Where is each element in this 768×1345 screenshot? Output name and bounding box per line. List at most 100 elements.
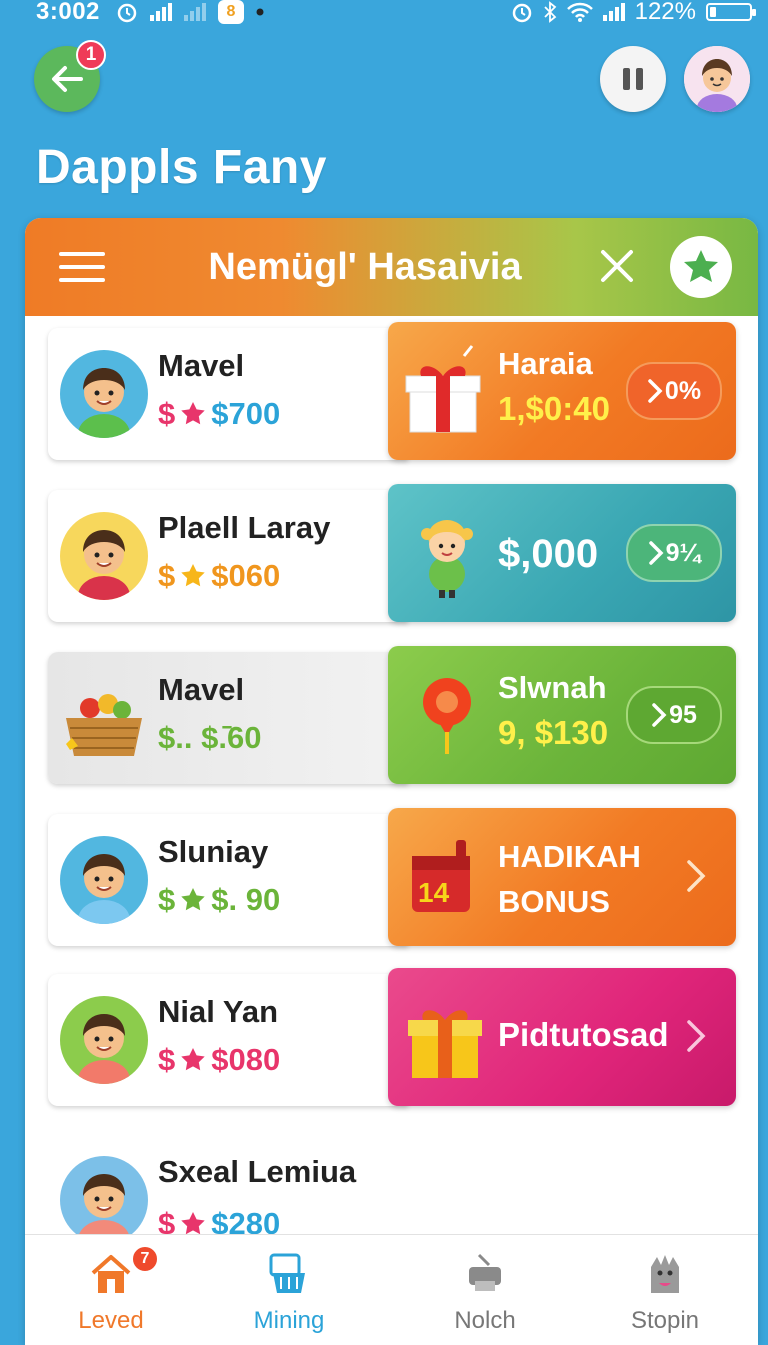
user-price: $ $. 90: [158, 882, 280, 918]
chevron-right-icon: [687, 860, 706, 892]
star-icon: [181, 888, 205, 911]
user-name: Sxeal Lemiua: [158, 1154, 357, 1189]
reward-card[interactable]: Pidtutosad: [388, 968, 736, 1106]
star-icon: [181, 402, 205, 425]
bonus-label: HADIKAH BONUS: [498, 834, 641, 924]
list-item: Mavel $ $700 Haraia 1,$0:40 0%: [48, 322, 736, 460]
boy-avatar-icon: [60, 996, 148, 1084]
user-price: $ $080: [158, 1042, 280, 1078]
arrow-left-icon: [52, 66, 83, 92]
lollipop-icon: [423, 678, 471, 754]
nav-label: Leved: [78, 1307, 144, 1334]
printer-icon: [469, 1253, 501, 1291]
battery-level: [710, 7, 716, 17]
user-card[interactable]: Mavel $.. $.̄60: [48, 652, 408, 784]
pause-button[interactable]: [600, 46, 666, 112]
price-value: $. 90: [211, 882, 281, 917]
app-title: Dappls Fany: [36, 141, 327, 194]
battery-percent: 122%: [634, 0, 696, 25]
reward-label: Pidtutosad: [498, 1016, 669, 1053]
list-item: Plaell Laray $ $060 $,000 9¼: [48, 484, 736, 622]
reward-card[interactable]: Slwnah 9, $130 95: [388, 646, 736, 784]
reward-card[interactable]: Haraia 1,$0:40 0%: [388, 322, 736, 460]
bonus-line-2: BONUS: [498, 884, 610, 919]
reward-value: 9, $130: [498, 714, 609, 751]
profile-avatar-button[interactable]: [684, 46, 750, 112]
price-prefix: $..: [158, 720, 193, 755]
avatar: [60, 674, 148, 762]
chevron-right-icon: [687, 1020, 706, 1052]
user-name: Mavel: [158, 348, 245, 383]
boy-avatar-icon: [60, 512, 148, 600]
boy-avatar-icon: [60, 836, 148, 924]
reward-card[interactable]: $,000 9¼: [388, 484, 736, 622]
status-bar: 3:002 8 122%: [0, 0, 768, 26]
percent-pill[interactable]: 9¼: [626, 524, 722, 582]
avatar: [60, 512, 148, 600]
avatar: [60, 1156, 148, 1244]
pause-bar-icon: [636, 68, 643, 90]
monster-icon: [651, 1255, 679, 1293]
nav-item-leved[interactable]: 7 Leved: [41, 1245, 181, 1341]
doll-character-icon: [421, 520, 473, 598]
price-prefix: $: [158, 396, 176, 431]
price-value: $080: [211, 1042, 281, 1077]
gift-box-icon: [405, 345, 481, 433]
gift-box-icon: [408, 1010, 482, 1078]
pill-label: 9¼: [665, 538, 701, 567]
signal-icon: [602, 3, 625, 21]
nav-item-nolch[interactable]: Nolch: [415, 1245, 555, 1341]
nav-label: Mining: [253, 1307, 325, 1334]
avatar: [60, 350, 148, 438]
dot-icon: [256, 8, 264, 16]
fruit-basket-icon: [66, 694, 142, 756]
price-prefix: $: [158, 558, 176, 593]
reward-card[interactable]: 14 HADIKAH BONUS: [388, 808, 736, 946]
list-item: Nial Yan $ $080 Pidtutosad: [48, 968, 736, 1106]
status-right-icons: 122%: [511, 0, 756, 25]
reward-title: Haraia: [498, 346, 593, 381]
home-icon: [91, 1255, 131, 1293]
price-value: $.̄60: [201, 720, 262, 755]
nav-item-mining[interactable]: Mining: [219, 1245, 359, 1341]
star-icon: [181, 1048, 205, 1071]
user-card[interactable]: Mavel $ $700: [48, 328, 408, 460]
percent-pill[interactable]: 95: [626, 686, 722, 744]
price-value: $060: [211, 558, 281, 593]
battery-icon: [706, 3, 756, 21]
boy-avatar-icon: [60, 1156, 148, 1244]
user-price: $ $060: [158, 558, 280, 594]
reward-value: 1,$0:40: [498, 390, 610, 427]
user-card[interactable]: Sluniay $ $. 90: [48, 814, 408, 946]
user-name: Plaell Laray: [158, 510, 331, 545]
chevron-right-icon: [648, 541, 664, 565]
nav-badge: 7: [131, 1245, 159, 1273]
panel-header: Nemügl' Hasaivia: [25, 218, 758, 316]
close-icon[interactable]: [597, 246, 637, 286]
reward-title: Slwnah: [498, 670, 607, 705]
user-card[interactable]: Plaell Laray $ $060: [48, 490, 408, 622]
nav-item-stopin[interactable]: Stopin: [595, 1245, 735, 1341]
pause-bar-icon: [623, 68, 630, 90]
basket-icon: [269, 1253, 305, 1293]
user-price: $.. $.̄60: [158, 720, 261, 756]
chevron-right-icon: [648, 379, 663, 403]
list-item: Sluniay $ $. 90 14 HADIKAH BONUS: [48, 808, 736, 946]
user-name: Mavel: [158, 672, 245, 707]
reward-amount: $,000: [498, 532, 599, 576]
back-button[interactable]: 1: [34, 40, 106, 112]
percent-pill[interactable]: 0%: [626, 362, 722, 420]
pill-label: 0%: [664, 376, 702, 405]
avatar-icon: [684, 46, 750, 112]
signal-2-icon: [184, 3, 206, 21]
favorite-button[interactable]: [670, 236, 732, 298]
star-icon: [684, 250, 718, 282]
bonus-line-1: HADIKAH: [498, 839, 641, 874]
wifi-icon: [566, 2, 593, 22]
price-prefix: $: [158, 1042, 176, 1077]
chevron-right-icon: [652, 703, 667, 727]
user-card[interactable]: Nial Yan $ $080: [48, 974, 408, 1106]
notification-badge: 1: [76, 40, 106, 70]
bluetooth-icon: [543, 1, 556, 23]
avatar: [60, 836, 148, 924]
